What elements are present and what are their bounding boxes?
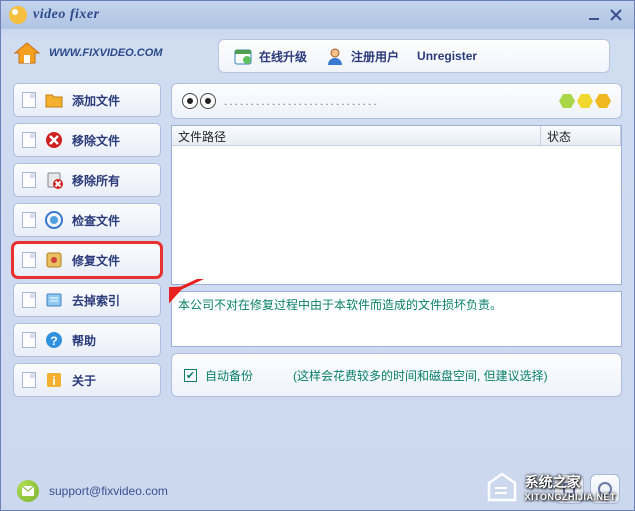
- support-email[interactable]: support@fixvideo.com: [49, 484, 168, 498]
- about-icon: i: [44, 370, 64, 390]
- watermark-logo-icon: [485, 470, 519, 504]
- eyes-icon: [182, 93, 216, 109]
- folder-add-icon: [44, 90, 64, 110]
- about-button[interactable]: i 关于: [13, 363, 161, 397]
- register-label: 注册用户: [351, 48, 399, 65]
- main-area: 添加文件 移除文件 移除所有 检查文件 修复文件: [1, 73, 634, 397]
- unregister-label: Unregister: [417, 49, 477, 63]
- doc-icon: [22, 332, 36, 348]
- doc-icon: [22, 172, 36, 188]
- check-file-button[interactable]: 检查文件: [13, 203, 161, 237]
- doc-icon: [22, 292, 36, 308]
- app-title: video fixer: [33, 7, 100, 23]
- col-status[interactable]: 状态: [541, 126, 621, 145]
- hex-icons: [559, 94, 611, 108]
- sidebar-item-label: 移除文件: [72, 132, 120, 149]
- online-upgrade-button[interactable]: 在线升级: [233, 46, 307, 66]
- list-header: 文件路径 状态: [172, 126, 621, 146]
- message-panel: 本公司不对在修复过程中由于本软件而造成的文件损坏负责。: [171, 291, 622, 347]
- help-icon: ?: [44, 330, 64, 350]
- footer: support@fixvideo.com: [17, 480, 168, 502]
- options-row: ✔ 自动备份 (这样会花费较多的时间和磁盘空间, 但建议选择): [171, 353, 622, 397]
- add-file-button[interactable]: 添加文件: [13, 83, 161, 117]
- sidebar-item-label: 添加文件: [72, 92, 120, 109]
- doc-icon: [22, 252, 36, 268]
- sidebar-item-label: 检查文件: [72, 212, 120, 229]
- app-icon: [9, 6, 27, 24]
- doc-icon: [22, 92, 36, 108]
- url-text: www.fixvideo.com: [49, 47, 162, 59]
- message-text: 本公司不对在修复过程中由于本软件而造成的文件损坏负责。: [178, 298, 502, 312]
- svg-text:i: i: [52, 374, 55, 388]
- home-icon: [13, 41, 41, 65]
- remove-icon: [44, 130, 64, 150]
- status-strip: .............................: [171, 83, 622, 119]
- toolbar: 在线升级 注册用户 Unregister: [218, 39, 610, 73]
- sidebar-item-label: 移除所有: [72, 172, 120, 189]
- control-button-2[interactable]: [590, 474, 620, 504]
- sidebar: 添加文件 移除文件 移除所有 检查文件 修复文件: [13, 83, 161, 397]
- sidebar-item-label: 去掉索引: [72, 292, 120, 309]
- register-button[interactable]: 注册用户: [325, 46, 399, 66]
- mail-icon[interactable]: [17, 480, 39, 502]
- minimize-button[interactable]: [584, 6, 604, 24]
- auto-backup-checkbox[interactable]: ✔: [184, 369, 197, 382]
- footer-controls: [554, 474, 620, 504]
- sidebar-item-label: 修复文件: [72, 252, 120, 269]
- titlebar: video fixer: [1, 1, 634, 29]
- backup-hint: (这样会花费较多的时间和磁盘空间, 但建议选择): [293, 367, 548, 384]
- header-row: www.fixvideo.com 在线升级 注册用户 Unregister: [1, 29, 634, 73]
- auto-backup-label: 自动备份: [205, 367, 253, 384]
- progress-dots: .............................: [224, 94, 551, 108]
- doc-icon: [22, 132, 36, 148]
- doc-icon: [22, 212, 36, 228]
- close-button[interactable]: [606, 6, 626, 24]
- doc-icon: [22, 372, 36, 388]
- repair-file-button[interactable]: 修复文件: [13, 243, 161, 277]
- index-icon: [44, 290, 64, 310]
- app-window: video fixer www.fixvideo.com 在线升级 注册用户 U…: [0, 0, 635, 511]
- repair-icon: [44, 250, 64, 270]
- svg-text:?: ?: [50, 334, 57, 348]
- remove-index-button[interactable]: 去掉索引: [13, 283, 161, 317]
- sidebar-item-label: 关于: [72, 372, 96, 389]
- file-list[interactable]: 文件路径 状态: [171, 125, 622, 285]
- content-column: ............................. 文件路径 状态 本公…: [171, 83, 622, 397]
- sidebar-item-label: 帮助: [72, 332, 96, 349]
- check-icon: [44, 210, 64, 230]
- remove-file-button[interactable]: 移除文件: [13, 123, 161, 157]
- remove-all-icon: [44, 170, 64, 190]
- calendar-icon: [233, 46, 253, 66]
- user-icon: [325, 46, 345, 66]
- help-button[interactable]: ? 帮助: [13, 323, 161, 357]
- col-path[interactable]: 文件路径: [172, 126, 541, 145]
- unregister-button[interactable]: Unregister: [417, 49, 477, 63]
- list-body[interactable]: [172, 146, 621, 284]
- remove-all-button[interactable]: 移除所有: [13, 163, 161, 197]
- control-button-1[interactable]: [554, 474, 584, 504]
- upgrade-label: 在线升级: [259, 48, 307, 65]
